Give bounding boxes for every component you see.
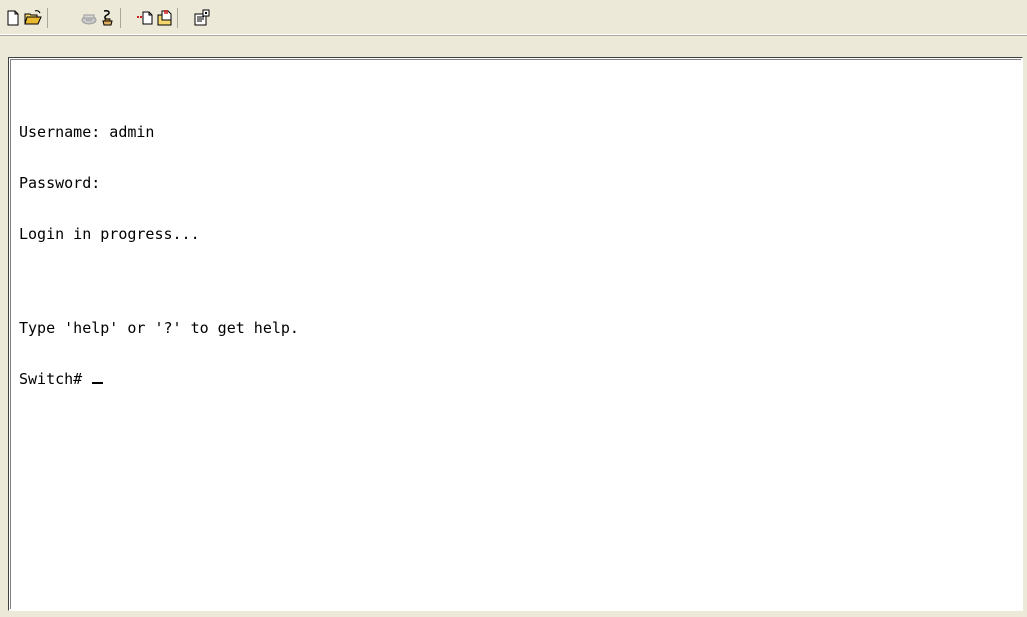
dial-icon[interactable]: [99, 9, 117, 27]
disconnect-icon[interactable]: [80, 9, 98, 27]
receive-file-icon[interactable]: [156, 9, 174, 27]
toolbar-separator: [47, 8, 48, 28]
terminal-line-prompt: Switch#: [19, 371, 299, 388]
send-file-icon[interactable]: [136, 9, 154, 27]
terminal-screen[interactable]: Username: admin Password: Login in progr…: [10, 59, 1021, 609]
properties-icon[interactable]: [193, 9, 211, 27]
toolbar-separator: [177, 8, 178, 28]
toolbar-separator: [120, 8, 121, 28]
toolbar-divider: [0, 35, 1027, 36]
terminal-line-help-hint: Type 'help' or '?' to get help.: [19, 319, 299, 337]
toolbar: [0, 0, 1027, 35]
terminal-output: Username: admin Password: Login in progr…: [19, 90, 299, 422]
terminal-frame: Username: admin Password: Login in progr…: [8, 57, 1023, 611]
command-prompt: Switch#: [19, 370, 92, 388]
terminal-line-login-status: Login in progress...: [19, 225, 200, 243]
terminal-line-username: Username: admin: [19, 123, 155, 141]
text-cursor: [92, 382, 104, 384]
terminal-line-password: Password:: [19, 174, 101, 192]
open-folder-icon[interactable]: [24, 9, 42, 27]
new-document-icon[interactable]: [4, 9, 22, 27]
terminal-window: Username: admin Password: Login in progr…: [0, 0, 1027, 617]
